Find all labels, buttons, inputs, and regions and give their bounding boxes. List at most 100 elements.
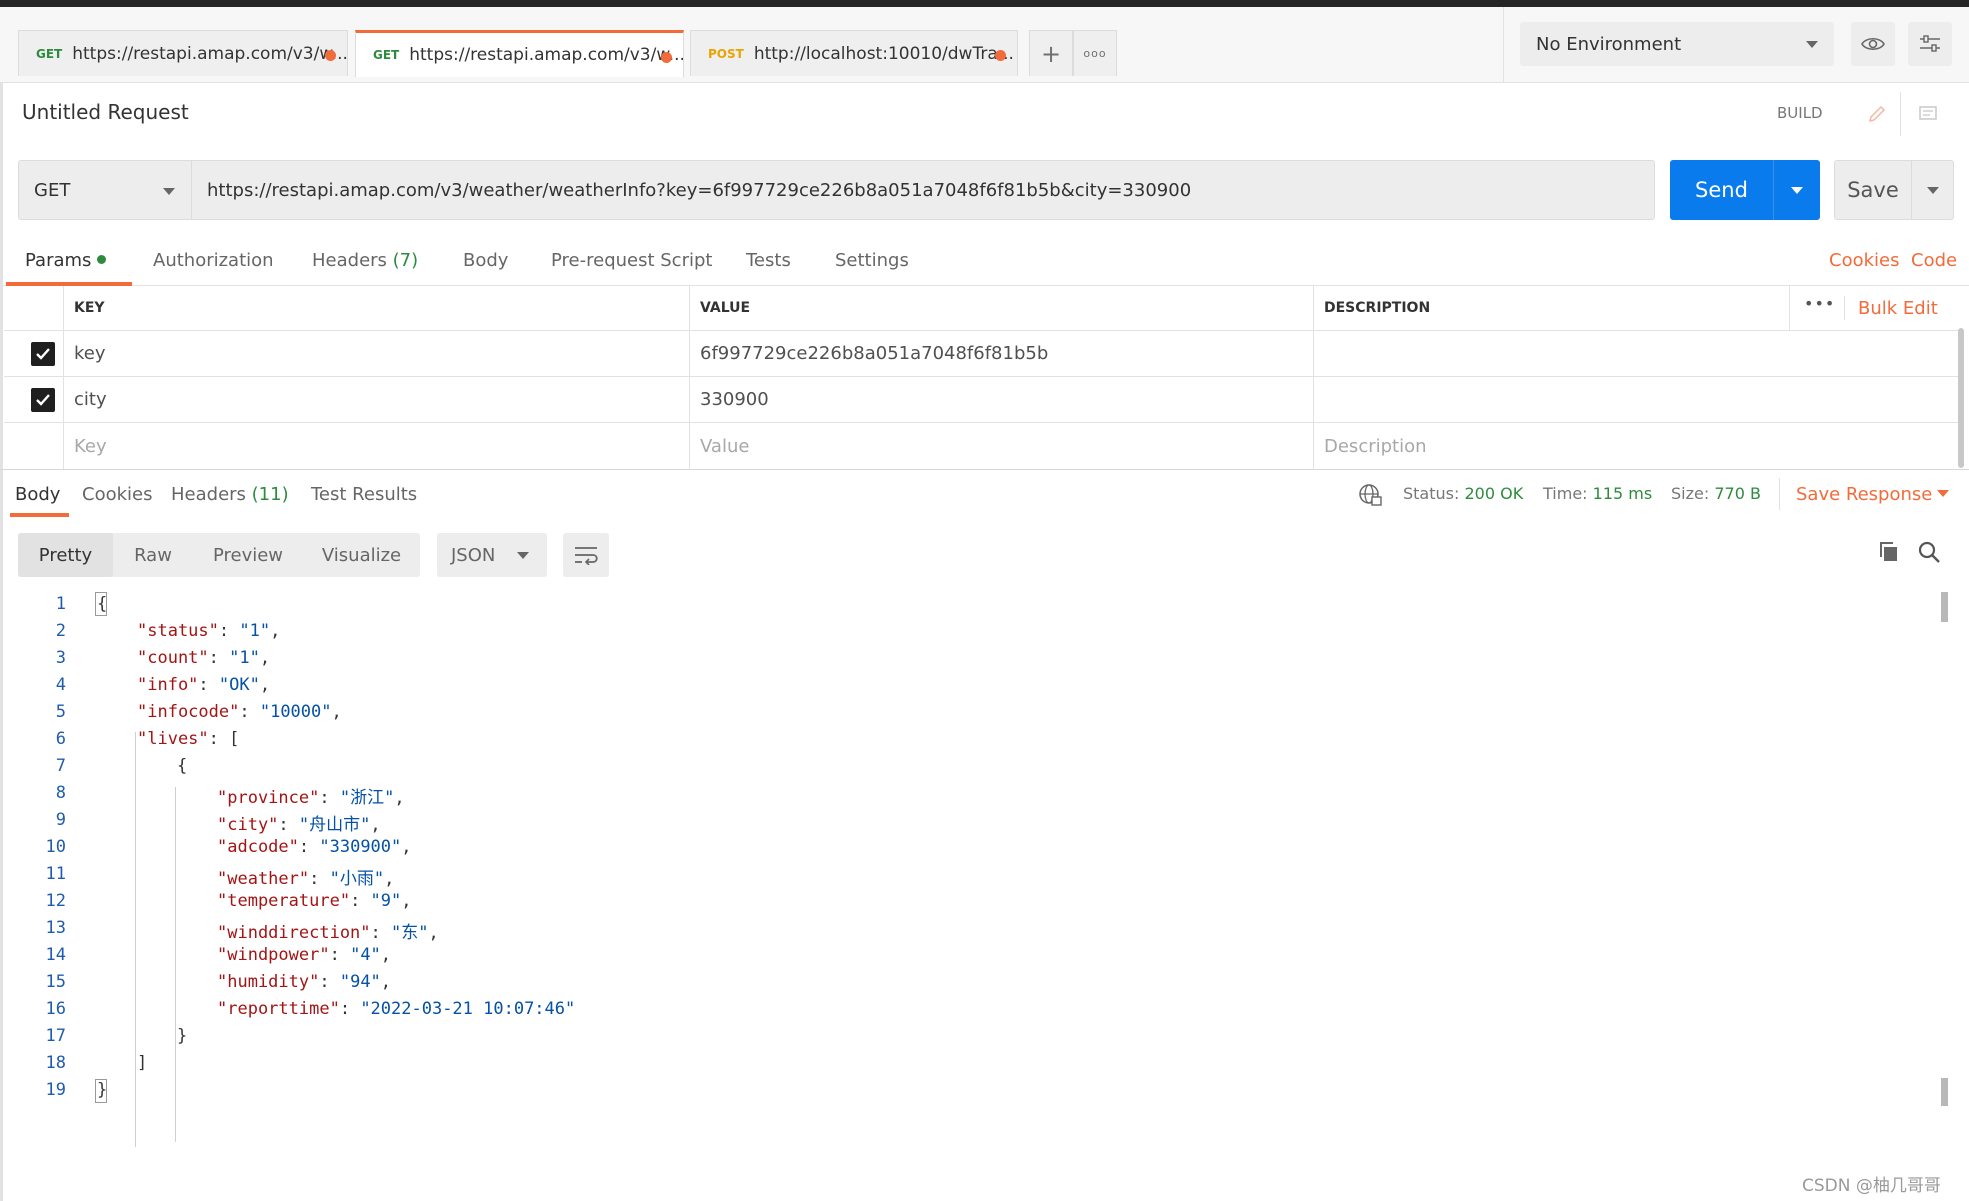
active-params-dot [97,254,107,264]
json-punct: , [270,621,281,641]
response-tab-body[interactable]: Body [15,484,60,505]
json-punct: , [401,837,412,857]
documentation-button[interactable] [1906,92,1950,136]
bulk-edit-link[interactable]: Bulk Edit [1858,298,1938,319]
json-key: "reporttime" [217,999,340,1019]
code-text: ] [137,1053,148,1073]
window-top-bar [0,0,1969,7]
code-text: { [177,756,188,776]
param-value-cell[interactable]: 6f997729ce226b8a051a7048f6f81b5b [690,331,1314,376]
table-row: city 330900 [4,377,1960,423]
more-icon: ooo [1083,47,1107,60]
new-key-input[interactable]: Key [64,423,690,469]
code-text: "humidity": "94", [217,972,392,992]
json-value: "东" [391,923,429,943]
method-select[interactable]: GET [18,160,191,220]
environment-select[interactable]: No Environment [1520,22,1834,66]
json-key: "temperature" [217,891,351,911]
json-value: "OK" [218,675,260,695]
code-line: 12 "temperature": "9", [0,891,1900,918]
tab-label: Params [25,250,92,271]
response-tab-test-results[interactable]: Test Results [311,484,417,505]
request-tab-2[interactable]: GET https://restapi.amap.com/v3/w... [355,30,684,77]
checkbox-checked[interactable] [31,388,55,412]
line-number: 6 [55,729,66,749]
tab-options-button[interactable]: ooo [1073,30,1117,76]
line-number: 15 [45,972,66,992]
params-scrollbar[interactable] [1958,328,1964,468]
param-key-cell[interactable]: key [64,331,690,376]
response-tab-cookies[interactable]: Cookies [82,484,152,505]
save-button[interactable]: Save [1834,160,1954,220]
save-options-button[interactable] [1912,186,1953,194]
format-pretty[interactable]: Pretty [18,533,113,577]
new-description-input[interactable]: Description [1314,423,1960,469]
environment-quick-look-button[interactable] [1851,22,1895,66]
code-text: } [177,1026,188,1046]
json-key: "info" [137,675,199,695]
divider [1503,7,1504,83]
tab-authorization[interactable]: Authorization [153,250,274,271]
tab-settings[interactable]: Settings [835,250,909,271]
pencil-icon [1868,105,1886,123]
request-tab-3[interactable]: POST http://localhost:10010/dwTra... [690,30,1018,76]
tab-tests[interactable]: Tests [746,250,791,271]
wrap-lines-button[interactable] [563,533,609,577]
chevron-down-icon [1926,186,1939,194]
request-tab-1[interactable]: GET https://restapi.amap.com/v3/w... [18,30,348,76]
json-value: "330900" [319,837,402,857]
manage-environments-button[interactable] [1908,22,1952,66]
param-description-cell[interactable] [1314,377,1960,422]
eye-icon [1861,37,1885,51]
search-icon[interactable] [1917,540,1941,568]
request-title[interactable]: Untitled Request [22,100,189,124]
format-raw[interactable]: Raw [113,533,193,577]
chevron-down-icon [1806,41,1818,48]
tab-body[interactable]: Body [463,250,508,271]
json-key: "humidity" [217,972,320,992]
format-preview[interactable]: Preview [193,533,303,577]
send-options-button[interactable] [1774,186,1820,194]
json-key: "city" [217,815,279,835]
tab-pre-request-script[interactable]: Pre-request Script [551,250,712,271]
code-scrollbar-thumb[interactable] [1941,1078,1948,1106]
code-line: 19} [0,1080,1900,1107]
send-button[interactable]: Send [1670,160,1820,220]
line-number: 1 [55,594,66,614]
network-globe-icon[interactable] [1357,482,1383,512]
json-punct: , [394,788,405,808]
code-scrollbar-thumb[interactable] [1941,592,1948,622]
new-value-input[interactable]: Value [690,423,1314,469]
edit-button[interactable] [1855,92,1899,136]
tab-url: http://localhost:10010/dwTra... [753,43,1014,64]
param-value-cell[interactable]: 330900 [690,377,1314,422]
chevron-down-icon[interactable] [1937,490,1949,497]
line-number: 12 [45,891,66,911]
check-icon [36,348,50,360]
param-description-cell[interactable] [1314,331,1960,376]
json-punct: , [428,923,439,943]
param-key-cell[interactable]: city [64,377,690,422]
language-select[interactable]: JSON [437,533,547,577]
format-visualize[interactable]: Visualize [303,533,420,577]
params-options-button[interactable]: ••• [1804,294,1835,313]
url-input[interactable]: https://restapi.amap.com/v3/weather/weat… [191,160,1655,220]
send-label: Send [1695,178,1748,202]
new-tab-button[interactable]: + [1029,30,1073,76]
code-line: 15 "humidity": "94", [0,972,1900,999]
tab-params[interactable]: Params [25,250,107,271]
code-link[interactable]: Code [1911,250,1957,271]
json-value: "1" [239,621,271,641]
tab-headers[interactable]: Headers (7) [312,250,418,271]
checkbox-checked[interactable] [31,342,55,366]
headers-count: (11) [251,484,289,505]
cookies-link[interactable]: Cookies [1829,250,1899,271]
save-response-button[interactable]: Save Response [1796,484,1932,505]
json-punct: , [401,891,412,911]
code-text: "count": "1", [137,648,271,668]
code-line: 18] [0,1053,1900,1080]
code-text: "info": "OK", [137,675,271,695]
copy-icon[interactable] [1877,540,1901,568]
response-tab-headers[interactable]: Headers (11) [171,484,289,505]
pane-divider[interactable] [0,469,1969,470]
